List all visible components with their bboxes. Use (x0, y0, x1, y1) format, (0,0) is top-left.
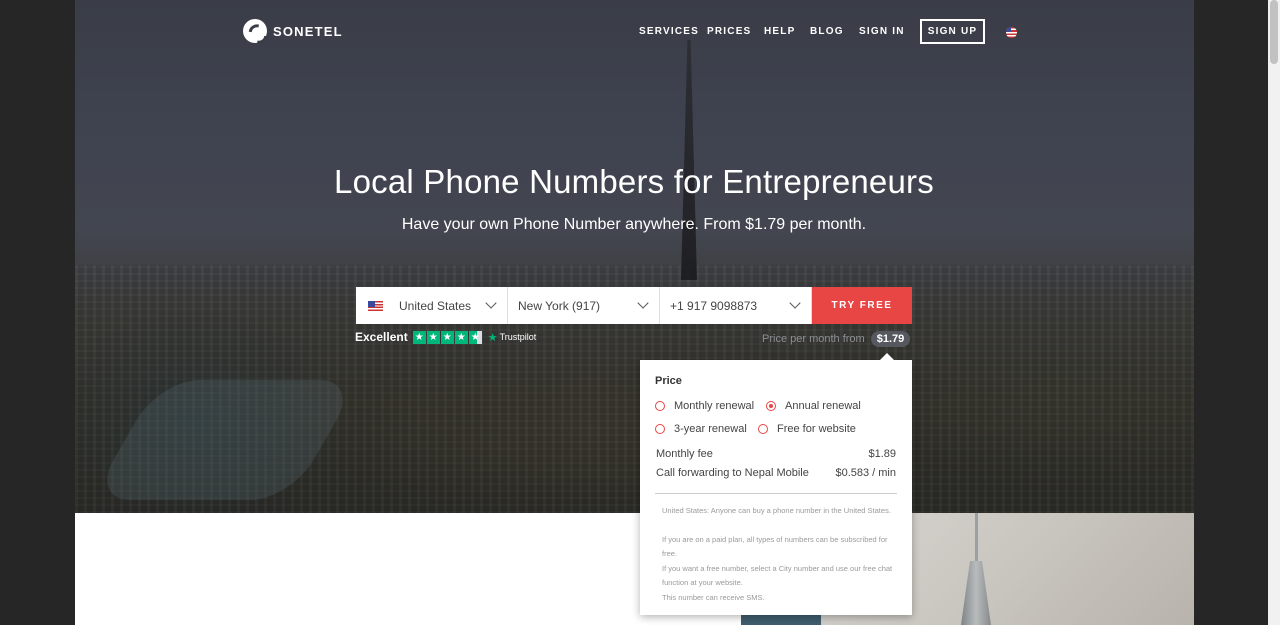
lamp-image (961, 561, 991, 625)
price-from-label: Price per month from (762, 333, 865, 345)
nav-link-blog[interactable]: BLOG (810, 26, 844, 37)
nav-link-prices[interactable]: PRICES (707, 26, 751, 37)
right-gutter (1194, 0, 1268, 625)
option-label: Free for website (777, 423, 856, 435)
language-flag-icon[interactable] (1006, 27, 1017, 38)
city-value: New York (917) (518, 298, 601, 313)
price-row-monthly-fee: Monthly fee $1.89 (656, 448, 896, 460)
option-free-for-website[interactable]: Free for website (758, 423, 856, 435)
trustpilot-stars: ★ ★ ★ ★ ★ (412, 330, 482, 344)
price-popover: Price Monthly renewal Annual renewal 3-y… (640, 353, 912, 615)
price-from-value: $1.79 (870, 331, 911, 347)
star-icon: ★ (440, 330, 454, 344)
try-free-button[interactable]: TRY FREE (812, 287, 912, 324)
star-icon: ★ (454, 330, 468, 344)
lamp-cord (975, 513, 978, 561)
note-availability: United States: Anyone can buy a phone nu… (662, 506, 891, 515)
country-select[interactable]: United States (356, 287, 508, 324)
row-value: $1.89 (868, 448, 896, 460)
main-nav: SERVICES PRICES HELP BLOG SIGN IN SIGN U… (0, 19, 1280, 44)
country-value: United States (399, 298, 472, 313)
number-value: +1 917 9098873 (670, 298, 758, 313)
divider (655, 493, 897, 494)
nav-link-help[interactable]: HELP (764, 26, 795, 37)
number-select[interactable]: +1 917 9098873 (660, 287, 812, 324)
price-from[interactable]: Price per month from $1.79 (762, 331, 911, 347)
chevron-down-icon (485, 297, 497, 309)
option-label: Monthly renewal (674, 400, 755, 412)
radio-selected-icon[interactable] (766, 401, 776, 411)
sign-up-button[interactable]: SIGN UP (920, 19, 985, 44)
option-3-year-renewal[interactable]: 3-year renewal (655, 423, 747, 435)
chevron-down-icon (637, 297, 649, 309)
number-search-bar: United States New York (917) +1 917 9098… (356, 287, 912, 324)
page-scrollbar[interactable] (1268, 0, 1280, 625)
city-select[interactable]: New York (917) (508, 287, 660, 324)
radio-icon[interactable] (655, 401, 665, 411)
trustpilot-brand: ★ Trustpilot (488, 331, 537, 344)
radio-icon[interactable] (655, 424, 665, 434)
option-monthly-renewal[interactable]: Monthly renewal (655, 400, 754, 412)
eiffel-tower-image (669, 40, 709, 280)
trustpilot-rating-label: Excellent (355, 330, 408, 344)
popover-title: Price (655, 375, 682, 387)
nav-link-services[interactable]: SERVICES (639, 26, 699, 37)
nav-link-sign-in[interactable]: SIGN IN (859, 26, 905, 37)
star-icon: ★ (426, 330, 440, 344)
option-label: Annual renewal (785, 400, 861, 412)
option-annual-renewal[interactable]: Annual renewal (766, 400, 861, 412)
trustpilot-widget[interactable]: Excellent ★ ★ ★ ★ ★ ★ Trustpilot (355, 330, 536, 344)
price-row-call-forwarding: Call forwarding to Nepal Mobile $0.583 /… (656, 467, 896, 479)
trustpilot-brand-name: Trustpilot (499, 332, 537, 342)
chevron-down-icon (789, 297, 801, 309)
us-flag-icon (368, 300, 383, 311)
row-value: $0.583 / min (835, 467, 896, 479)
radio-icon[interactable] (758, 424, 768, 434)
star-icon: ★ (412, 330, 426, 344)
trustpilot-star-icon: ★ (487, 331, 498, 344)
option-label: 3-year renewal (674, 423, 747, 435)
row-label: Monthly fee (656, 448, 713, 460)
page-subtitle: Have your own Phone Number anywhere. Fro… (401, 216, 867, 233)
note-sms: This number can receive SMS. (662, 593, 765, 602)
note-paid-plan: If you are on a paid plan, all types of … (662, 535, 888, 558)
half-star-icon: ★ (468, 330, 482, 344)
page-title: Local Phone Numbers for Entrepreneurs (334, 163, 934, 200)
hero-background (75, 0, 1194, 513)
left-gutter (0, 0, 75, 625)
row-label: Call forwarding to Nepal Mobile (656, 467, 809, 479)
note-free-number: If you want a free number, select a City… (662, 564, 893, 587)
